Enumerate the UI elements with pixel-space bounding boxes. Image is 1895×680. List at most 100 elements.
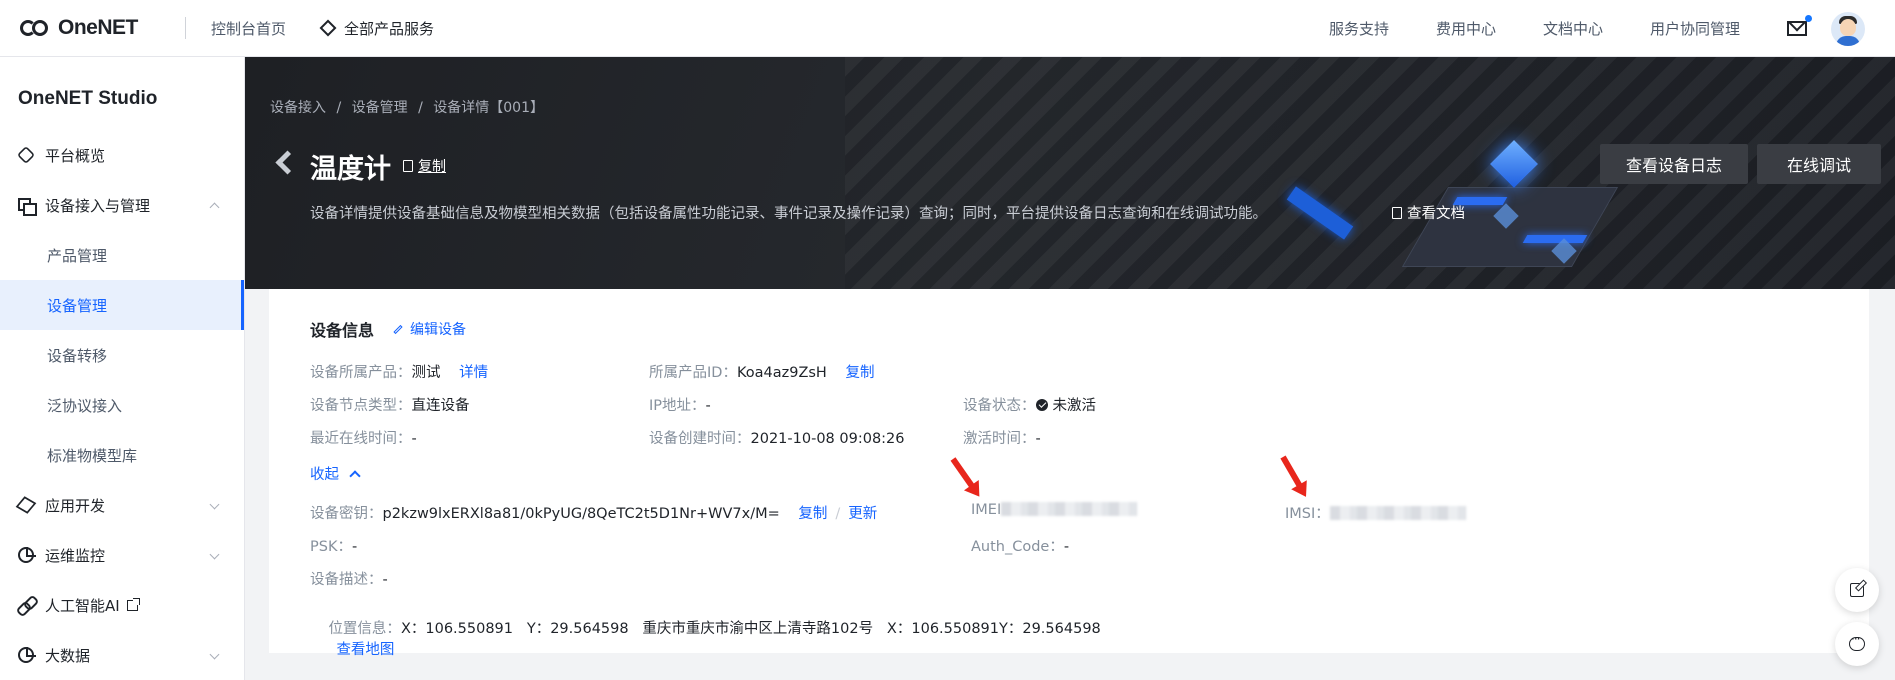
field-last-online: 最近在线时间：- [310, 431, 417, 447]
update-key-link[interactable]: 更新 [848, 506, 877, 522]
sidebar-item-overview[interactable]: 平台概览 [0, 130, 244, 180]
logo-text: OneNET [58, 16, 138, 39]
breadcrumb-device-mgmt[interactable]: 设备管理 [352, 100, 408, 116]
auth-code-value: - [1063, 539, 1070, 555]
copy-key-link[interactable]: 复制 [798, 506, 827, 522]
mail-icon[interactable] [1787, 15, 1812, 36]
product-id-value: Koa4az9ZsH [736, 365, 827, 381]
top-bar: OneNET 控制台首页 全部产品服务 服务支持 费用中心 文档中心 用户协同管… [0, 0, 1895, 57]
product-detail-link[interactable]: 详情 [459, 365, 488, 381]
chevron-up-icon [349, 469, 361, 482]
sidebar: OneNET Studio 平台概览 设备接入与管理 产品管理 设备管理 设备转… [0, 57, 245, 680]
page-description: 设备详情提供设备基础信息及物模型相关数据（包括设备属性功能记录、事件记录及操作记… [310, 206, 1267, 222]
activated-time-value: - [1035, 431, 1041, 447]
chevron-down-icon [209, 499, 220, 510]
view-doc-link[interactable]: 查看文档 [1392, 202, 1465, 223]
data-icon [18, 647, 36, 663]
edit-note-icon [1850, 583, 1864, 597]
overview-hex-icon [16, 145, 36, 165]
pie-icon [18, 547, 36, 563]
sidebar-item-ai[interactable]: 人工智能AI [0, 580, 244, 630]
field-status: 设备状态： 未激活 [963, 398, 1097, 414]
imei-redacted-value [1001, 502, 1138, 516]
onenet-logo[interactable]: OneNET [20, 16, 165, 40]
chat-bubble-icon [1849, 632, 1865, 651]
device-icon [18, 197, 37, 216]
edit-device-button[interactable]: 编辑设备 [393, 319, 466, 339]
field-imsi: IMSI： [1285, 502, 1466, 523]
copy-product-id-link[interactable]: 复制 [845, 365, 874, 381]
sidebar-item-app-dev[interactable]: 应用开发 [0, 480, 244, 530]
description-value: - [382, 572, 388, 588]
created-time-value: 2021-10-08 09:08:26 [750, 431, 905, 447]
chevron-down-icon [209, 649, 220, 660]
field-ip: IP地址：- [649, 398, 711, 414]
annotation-arrow-imei [950, 457, 977, 491]
status-value: 未激活 [1052, 398, 1097, 414]
pencil-icon [393, 324, 403, 334]
nav-user-collab[interactable]: 用户协同管理 [1650, 18, 1740, 39]
key-action-separator: / [835, 506, 841, 522]
node-type-value: 直连设备 [411, 398, 470, 414]
online-debug-button[interactable]: 在线调试 [1757, 144, 1881, 184]
sidebar-sub-product-mgmt[interactable]: 产品管理 [0, 230, 244, 280]
back-arrow-icon[interactable] [273, 152, 291, 170]
nav-billing-center[interactable]: 费用中心 [1436, 18, 1496, 39]
field-created-time: 设备创建时间：2021-10-08 09:08:26 [649, 431, 905, 447]
sidebar-item-bigdata[interactable]: 大数据 [0, 630, 244, 680]
sidebar-sub-protocol-access[interactable]: 泛协议接入 [0, 380, 244, 430]
imsi-redacted-value [1329, 506, 1466, 520]
page-banner: 设备接入 / 设备管理 / 设备详情【001】 温度计 复制 设备详情提供设备基… [245, 57, 1895, 289]
external-link-icon [126, 597, 140, 611]
sidebar-sub-device-mgmt[interactable]: 设备管理 [0, 280, 244, 330]
edit-device-label: 编辑设备 [410, 322, 466, 338]
view-device-log-button[interactable]: 查看设备日志 [1600, 144, 1748, 184]
document-icon [1392, 206, 1402, 219]
breadcrumb-separator: / [418, 100, 423, 116]
breadcrumb-device-access[interactable]: 设备接入 [270, 100, 326, 116]
sidebar-item-ops-monitor[interactable]: 运维监控 [0, 530, 244, 580]
all-products-menu[interactable]: 全部产品服务 [319, 18, 435, 39]
diamond-icon [319, 19, 337, 37]
copy-icon [403, 160, 413, 172]
sidebar-sub-device-transfer[interactable]: 设备转移 [0, 330, 244, 380]
cube-icon [15, 496, 37, 514]
collapse-toggle[interactable]: 收起 [310, 463, 361, 484]
view-map-link[interactable]: 查看地图 [336, 642, 394, 658]
copy-title-button[interactable]: 复制 [403, 156, 446, 176]
breadcrumb-device-detail: 设备详情【001】 [433, 100, 544, 116]
device-info-card: 设备信息 编辑设备 设备所属产品：测试 详情 所属产品ID：Koa4az9ZsH… [269, 289, 1869, 658]
chevron-down-icon [209, 549, 220, 560]
field-product: 设备所属产品：测试 详情 [310, 365, 489, 381]
onenet-logo-icon [20, 17, 54, 39]
page-title: 温度计 [310, 154, 391, 185]
console-home-link[interactable]: 控制台首页 [211, 18, 286, 39]
sidebar-item-label: 应用开发 [45, 496, 106, 515]
nav-service-support[interactable]: 服务支持 [1329, 18, 1389, 39]
breadcrumb-separator: / [336, 100, 342, 116]
ip-value: - [705, 398, 711, 414]
chevron-up-icon [209, 202, 220, 213]
sidebar-item-device-access[interactable]: 设备接入与管理 [0, 180, 244, 230]
field-imei: IMEI [971, 502, 1138, 518]
link-icon [18, 597, 34, 613]
sidebar-sub-model-library[interactable]: 标准物模型库 [0, 430, 244, 480]
field-auth-code: Auth_Code：- [971, 539, 1070, 555]
view-doc-label: 查看文档 [1407, 206, 1465, 222]
copy-title-label: 复制 [418, 159, 446, 175]
last-online-value: - [411, 431, 417, 447]
top-divider [185, 17, 186, 39]
sidebar-item-label: 设备接入与管理 [45, 196, 151, 215]
user-avatar[interactable] [1831, 11, 1865, 46]
chat-support-button[interactable] [1835, 622, 1879, 666]
device-key-value: p2kzw9lxERXl8a81/0kPyUG/8QeTC2t5D1Nr+WV7… [382, 506, 780, 522]
sidebar-item-label: 人工智能AI [45, 596, 120, 615]
collapse-label: 收起 [310, 467, 339, 483]
psk-value: - [351, 539, 358, 555]
nav-docs-center[interactable]: 文档中心 [1543, 18, 1603, 39]
location-value: X：106.550891 Y：29.564598 重庆市重庆市渝中区上清寺路10… [400, 621, 1101, 637]
field-node-type: 设备节点类型：直连设备 [310, 398, 470, 414]
annotation-arrow-imsi [1280, 455, 1304, 490]
all-products-label: 全部产品服务 [344, 19, 435, 38]
feedback-edit-button[interactable] [1835, 568, 1879, 612]
